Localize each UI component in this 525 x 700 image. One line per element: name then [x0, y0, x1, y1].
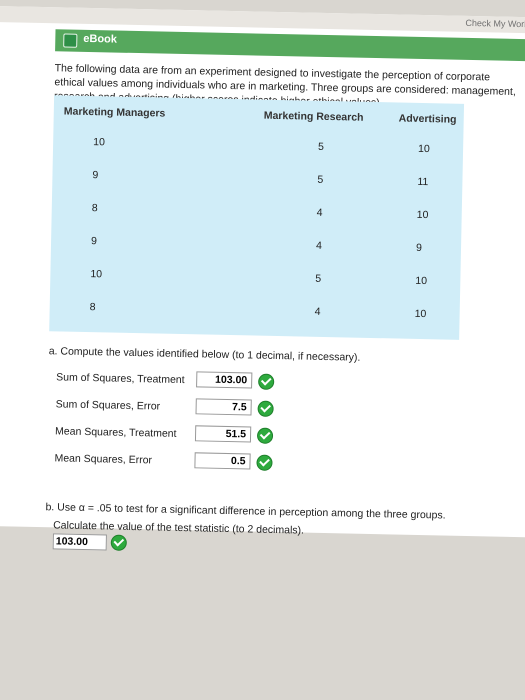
table-cell: 5 — [317, 140, 325, 153]
table-cell: 10 — [415, 274, 428, 288]
header-advertising: Advertising — [398, 112, 457, 126]
part-a-prompt: a. Compute the values identified below (… — [48, 345, 361, 364]
check-icon — [256, 427, 274, 444]
mst-input[interactable]: 51.5 — [194, 425, 252, 443]
table-cell: 10 — [416, 208, 429, 222]
header-marketing-research: Marketing Research — [263, 109, 364, 124]
question-page: Check My Work eBook The following data a… — [0, 6, 525, 551]
sst-input[interactable]: 103.00 — [196, 371, 253, 389]
sse-label: Sum of Squares, Error — [55, 398, 161, 413]
table-cell: 4 — [316, 206, 323, 219]
table-cell: 10 — [93, 136, 105, 149]
ebook-label: eBook — [83, 32, 118, 46]
table-cell: 5 — [317, 173, 324, 186]
part-b-prompt: b. Use α = .05 to test for a significant… — [45, 501, 446, 522]
table-cell: 8 — [89, 301, 96, 314]
table-cell: 10 — [417, 142, 430, 156]
table-cell: 9 — [90, 235, 98, 248]
table-cell: 9 — [92, 169, 99, 182]
mse-input[interactable]: 0.5 — [194, 452, 251, 470]
ebook-tab[interactable]: eBook — [55, 29, 525, 62]
table-cell: 10 — [414, 307, 427, 321]
table-cell: 4 — [314, 305, 321, 318]
sse-input[interactable]: 7.5 — [195, 398, 252, 416]
check-icon — [257, 400, 274, 417]
sst-label: Sum of Squares, Treatment — [56, 371, 185, 387]
screen: Check My Work eBook The following data a… — [0, 0, 525, 700]
check-icon — [110, 534, 127, 551]
check-icon — [256, 454, 273, 471]
mse-label: Mean Squares, Error — [54, 452, 153, 467]
header-marketing-managers: Marketing Managers — [63, 105, 166, 120]
table-cell: 9 — [415, 241, 422, 255]
table-cell: 5 — [315, 272, 322, 285]
data-table: Marketing Managers Marketing Research Ad… — [49, 95, 465, 340]
table-cell: 8 — [91, 202, 98, 215]
table-cell: 4 — [315, 239, 323, 252]
ebook-icon — [63, 33, 78, 48]
check-my-work-link[interactable]: Check My Work — [465, 18, 525, 29]
mst-label: Mean Squares, Treatment — [54, 425, 177, 440]
check-icon — [258, 373, 275, 390]
table-cell: 10 — [90, 268, 103, 281]
test-statistic-input[interactable]: 103.00 — [52, 533, 107, 551]
table-cell: 11 — [417, 175, 429, 189]
